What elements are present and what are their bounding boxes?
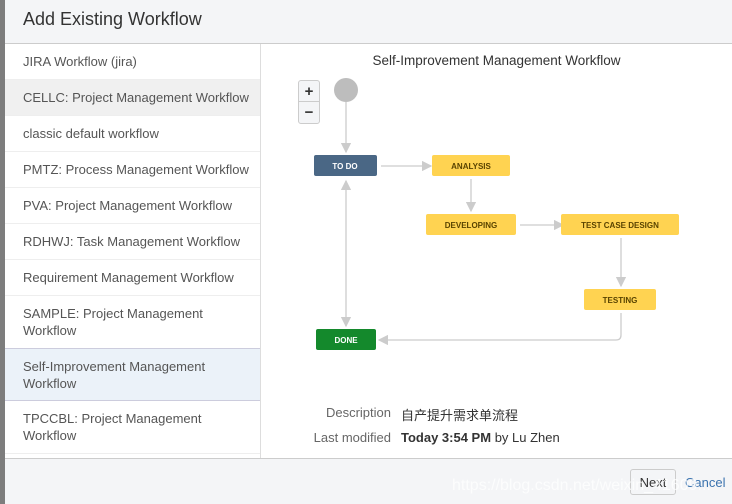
next-button[interactable]: Next <box>630 469 676 495</box>
cancel-link[interactable]: Cancel <box>685 475 725 490</box>
status-done-label: DONE <box>334 336 358 345</box>
dialog-footer: Next Cancel https://blog.csdn.net/weixin… <box>5 458 732 504</box>
last-modified-value: Today 3:54 PM by Lu Zhen <box>401 430 560 445</box>
modified-time: Today 3:54 PM <box>401 430 492 445</box>
status-test-case-design-label: TEST CASE DESIGN <box>581 221 659 230</box>
description-label: Description <box>325 405 391 420</box>
status-testing-label: TESTING <box>603 296 638 305</box>
status-analysis-label: ANALYSIS <box>451 162 491 171</box>
start-node <box>334 78 358 102</box>
workflow-diagram: TO DO ANALYSIS DEVELOPING TEST CASE DESI… <box>314 78 679 350</box>
description-value: 自产提升需求单流程 <box>401 408 519 423</box>
transition-line <box>377 313 622 346</box>
status-developing-label: DEVELOPING <box>445 221 497 230</box>
last-modified-label: Last modified <box>313 430 391 445</box>
status-todo-label: TO DO <box>332 162 357 171</box>
modified-by: by Lu Zhen <box>494 430 560 445</box>
add-workflow-dialog: Add Existing Workflow JIRA Workflow (jir… <box>5 0 732 504</box>
